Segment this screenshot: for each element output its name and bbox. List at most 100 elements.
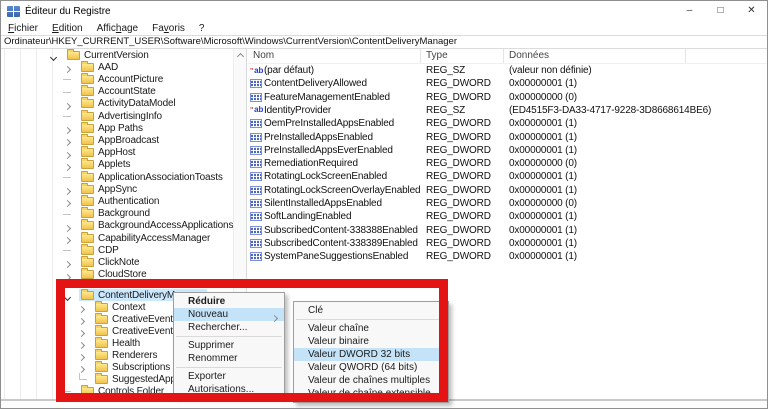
tree-item-applicationassociationtoasts[interactable]: ApplicationAssociationToasts [1,171,247,183]
registry-value-row[interactable]: SubscribedContent-338389EnabledREG_DWORD… [248,237,767,250]
tree-item-appbroadcast[interactable]: AppBroadcast [1,134,247,146]
dword-value-icon [250,146,262,155]
menu-?[interactable]: ? [192,23,212,34]
column-header-name[interactable]: Nom [248,49,421,63]
registry-value-row[interactable]: RemediationRequiredREG_DWORD0x00000000 (… [248,157,767,170]
value-type: REG_DWORD [421,118,504,129]
value-type: REG_DWORD [421,238,504,249]
registry-value-row[interactable]: SoftLandingEnabledREG_DWORD0x00000001 (1… [248,210,767,223]
menu-affichage[interactable]: Affichage [90,23,146,34]
value-type: REG_DWORD [421,225,504,236]
tree-item-appsync[interactable]: AppSync [1,183,247,195]
value-type: REG_DWORD [421,185,504,196]
menu-favoris[interactable]: Favoris [145,23,192,34]
tree-item-label: ActivityDataModel [98,98,175,109]
tree-item-activitydatamodel[interactable]: ActivityDataModel [1,98,247,110]
folder-icon [81,124,94,133]
value-data: 0x00000001 (1) [504,145,767,156]
value-name: PreInstalledAppsEverEnabled [264,145,421,156]
tree-item-label: Authentication [98,196,159,207]
window-controls: – □ ✕ [674,1,767,21]
value-name: RemediationRequired [264,158,421,169]
minimize-button[interactable]: – [674,1,705,21]
registry-value-row[interactable]: FeatureManagementEnabledREG_DWORD0x00000… [248,91,767,104]
value-data: 0x00000001 (1) [504,171,767,182]
tree-item-clicknote[interactable]: ClickNote [1,256,247,268]
tree-connector [63,92,71,93]
menu-fichier[interactable]: Fichier [1,23,45,34]
value-name: OemPreInstalledAppsEnabled [264,118,421,129]
dword-value-icon [250,226,262,235]
value-name: (par défaut) [264,65,421,76]
folder-icon [81,63,94,72]
tree-item-applets[interactable]: Applets [1,159,247,171]
dword-value-icon [250,93,262,102]
column-header-filler [686,49,767,63]
tree-item-accountstate[interactable]: AccountState [1,86,247,98]
string-value-icon: ab [250,66,263,76]
menu-bar: FichierEditionAffichageFavoris? [1,21,767,35]
value-type: REG_DWORD [421,211,504,222]
tree-item-apphost[interactable]: AppHost [1,147,247,159]
maximize-button[interactable]: □ [705,1,736,21]
column-header-data[interactable]: Données [504,49,686,63]
value-data: 0x00000001 (1) [504,78,767,89]
dword-value-icon [250,159,262,168]
window-title: Éditeur du Registre [25,6,111,17]
tree-item-backgroundaccessapplications[interactable]: BackgroundAccessApplications [1,220,247,232]
registry-value-row[interactable]: abIdentityProviderREG_SZ(ED4515F3-DA33-4… [248,104,767,117]
tree-item-app-paths[interactable]: App Paths [1,122,247,134]
dword-value-icon [250,239,262,248]
folder-icon [81,99,94,108]
registry-value-row[interactable]: RotatingLockScreenOverlayEnabledREG_DWOR… [248,184,767,197]
value-name: RotatingLockScreenEnabled [264,171,421,182]
registry-value-row[interactable]: ContentDeliveryAllowedREG_DWORD0x0000000… [248,77,767,90]
tree-item-capabilityaccessmanager[interactable]: CapabilityAccessManager [1,232,247,244]
tree-connector [63,250,71,251]
registry-value-row[interactable]: ab(par défaut)REG_SZ(valeur non définie) [248,64,767,77]
address-bar-input[interactable]: Ordinateur\HKEY_CURRENT_USER\Software\Mi… [1,35,767,49]
dword-value-icon [250,252,262,261]
folder-icon [81,112,94,121]
registry-value-row[interactable]: SilentInstalledAppsEnabledREG_DWORD0x000… [248,197,767,210]
folder-icon [81,234,94,243]
folder-icon [81,75,94,84]
tree-item-authentication[interactable]: Authentication [1,195,247,207]
menu-edition[interactable]: Edition [45,23,90,34]
value-type: REG_DWORD [421,158,504,169]
tree-item-cdp[interactable]: CDP [1,244,247,256]
tree-item-background[interactable]: Background [1,208,247,220]
tree-item-label: BackgroundAccessApplications [98,220,233,231]
registry-value-row[interactable]: SystemPaneSuggestionsEnabledREG_DWORD0x0… [248,250,767,263]
value-name: SoftLandingEnabled [264,211,421,222]
value-name: FeatureManagementEnabled [264,92,421,103]
tree-item-label: ApplicationAssociationToasts [98,172,223,183]
value-name: SubscribedContent-338389Enabled [264,238,421,249]
tree-item-accountpicture[interactable]: AccountPicture [1,73,247,85]
tree-item-currentversion[interactable]: CurrentVersion [1,49,247,61]
value-name: SystemPaneSuggestionsEnabled [264,251,421,262]
tree-connector [63,79,71,80]
tree-item-label: App Paths [98,123,143,134]
value-data: 0x00000001 (1) [504,118,767,129]
folder-icon [81,209,94,218]
registry-value-row[interactable]: RotatingLockScreenEnabledREG_DWORD0x0000… [248,170,767,183]
registry-value-row[interactable]: OemPreInstalledAppsEnabledREG_DWORD0x000… [248,117,767,130]
tree-connector [63,116,71,117]
close-button[interactable]: ✕ [736,1,767,21]
value-name: IdentityProvider [264,105,421,116]
tree-item-label: AppHost [98,147,135,158]
column-header-type[interactable]: Type [421,49,504,63]
tree-item-advertisinginfo[interactable]: AdvertisingInfo [1,110,247,122]
tree-item-aad[interactable]: AAD [1,61,247,73]
value-data: 0x00000001 (1) [504,251,767,262]
registry-value-row[interactable]: PreInstalledAppsEnabledREG_DWORD0x000000… [248,131,767,144]
value-type: REG_DWORD [421,251,504,262]
registry-value-row[interactable]: PreInstalledAppsEverEnabledREG_DWORD0x00… [248,144,767,157]
tree-item-label: AccountState [98,86,156,97]
value-data: 0x00000001 (1) [504,132,767,143]
registry-value-row[interactable]: SubscribedContent-338388EnabledREG_DWORD… [248,224,767,237]
registry-editor-window: Éditeur du Registre – □ ✕ FichierEdition… [0,0,768,409]
title-bar: Éditeur du Registre – □ ✕ [1,1,767,21]
scroll-up-icon[interactable] [237,53,244,60]
